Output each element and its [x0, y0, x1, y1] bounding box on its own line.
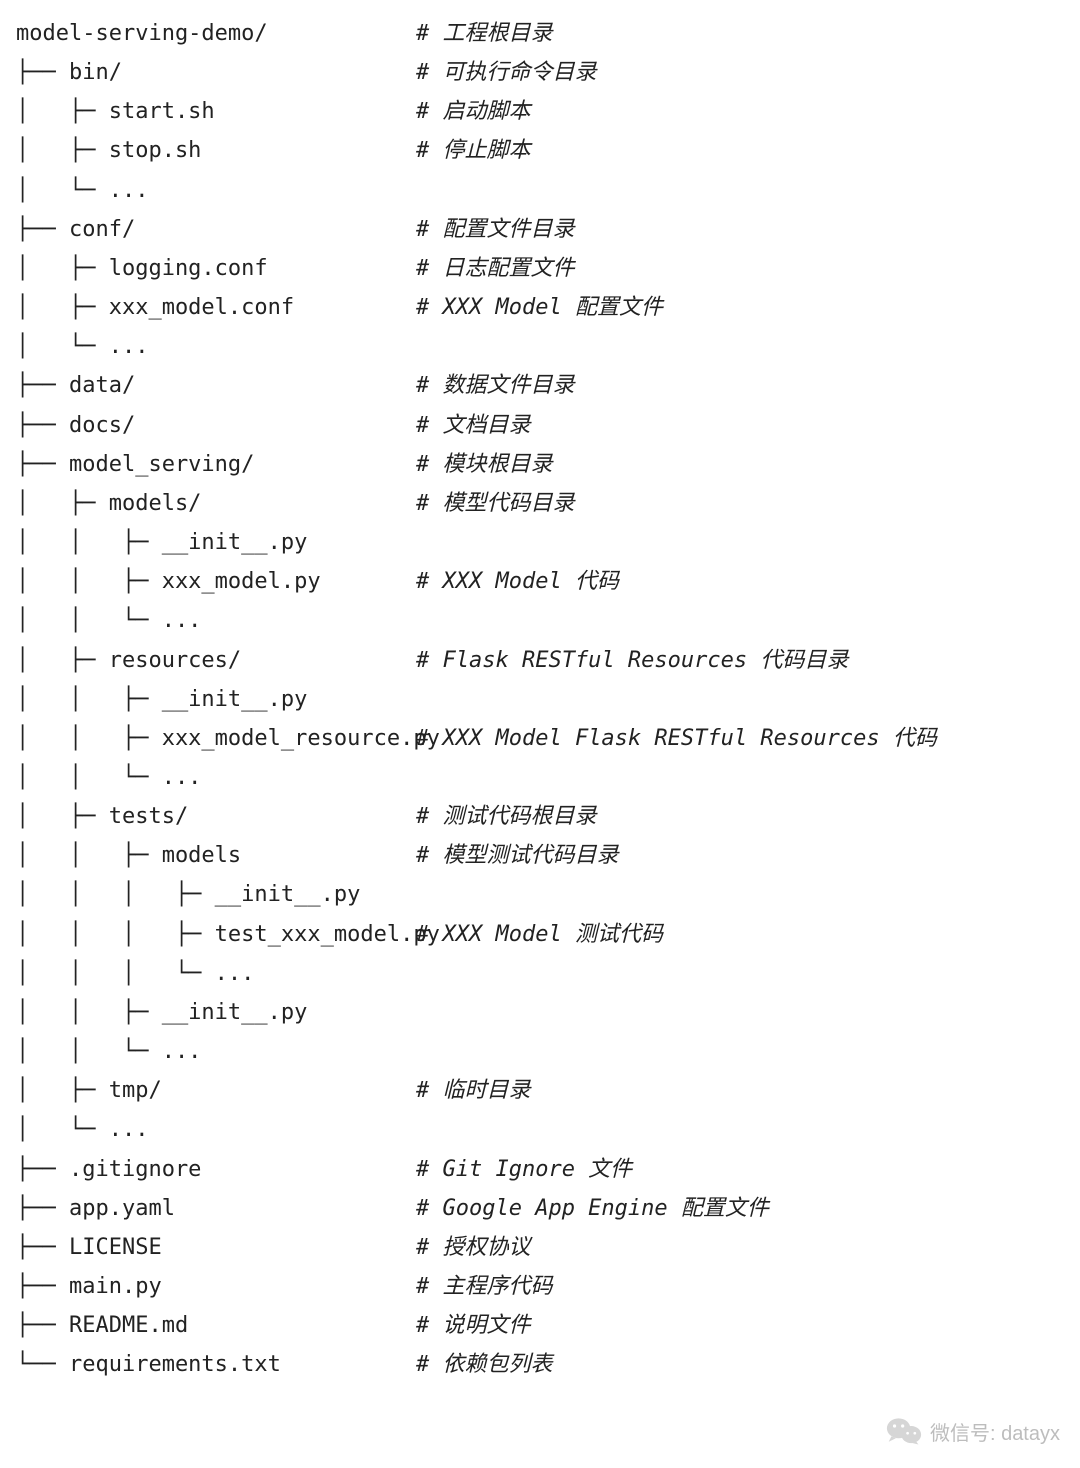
- tree-path: │ ├─ xxx_model.conf: [16, 288, 416, 327]
- tree-comment: # 停止脚本: [416, 131, 531, 170]
- tree-row: model-serving-demo/# 工程根目录: [16, 14, 1072, 53]
- tree-path: │ └─ ...: [16, 171, 416, 210]
- tree-comment: # 可执行命令目录: [416, 53, 597, 92]
- tree-row: │ │ ├─ __init__.py: [16, 993, 1072, 1032]
- tree-row: │ ├─ xxx_model.conf# XXX Model 配置文件: [16, 288, 1072, 327]
- tree-comment: # 数据文件目录: [416, 366, 575, 405]
- tree-row: │ ├─ tmp/# 临时目录: [16, 1071, 1072, 1110]
- tree-row: ├── conf/# 配置文件目录: [16, 210, 1072, 249]
- tree-row: ├── LICENSE# 授权协议: [16, 1228, 1072, 1267]
- tree-comment: # Flask RESTful Resources 代码目录: [416, 641, 848, 680]
- tree-path: │ ├─ resources/: [16, 641, 416, 680]
- tree-path: │ │ ├─ __init__.py: [16, 680, 416, 719]
- tree-comment: # XXX Model 测试代码: [416, 915, 663, 954]
- wechat-icon: [886, 1416, 922, 1446]
- wechat-label: 微信号: datayx: [930, 1417, 1060, 1446]
- tree-row: │ │ │ ├─ test_xxx_model.py# XXX Model 测试…: [16, 915, 1072, 954]
- tree-path: │ │ ├─ xxx_model.py: [16, 562, 416, 601]
- tree-path: │ │ └─ ...: [16, 758, 416, 797]
- tree-path: │ └─ ...: [16, 1110, 416, 1149]
- tree-path: ├── bin/: [16, 53, 416, 92]
- tree-row: │ │ │ ├─ __init__.py: [16, 875, 1072, 914]
- tree-comment: # 测试代码根目录: [416, 797, 597, 836]
- tree-comment: # 授权协议: [416, 1228, 531, 1267]
- tree-path: │ │ ├─ xxx_model_resource.py: [16, 719, 416, 758]
- tree-row: ├── app.yaml# Google App Engine 配置文件: [16, 1189, 1072, 1228]
- tree-path: │ │ │ ├─ __init__.py: [16, 875, 416, 914]
- tree-row: │ ├─ models/# 模型代码目录: [16, 484, 1072, 523]
- tree-row: ├── .gitignore# Git Ignore 文件: [16, 1150, 1072, 1189]
- tree-row: │ │ ├─ models# 模型测试代码目录: [16, 836, 1072, 875]
- tree-row: ├── bin/# 可执行命令目录: [16, 53, 1072, 92]
- tree-comment: # 主程序代码: [416, 1267, 553, 1306]
- tree-row: │ │ │ └─ ...: [16, 954, 1072, 993]
- tree-path: └── requirements.txt: [16, 1345, 416, 1384]
- tree-path: model-serving-demo/: [16, 14, 416, 53]
- tree-path: ├── docs/: [16, 406, 416, 445]
- tree-comment: # 依赖包列表: [416, 1345, 553, 1384]
- tree-comment: # XXX Model Flask RESTful Resources 代码: [416, 719, 937, 758]
- tree-path: │ │ │ └─ ...: [16, 954, 416, 993]
- tree-row: │ └─ ...: [16, 1110, 1072, 1149]
- directory-tree: model-serving-demo/# 工程根目录├── bin/# 可执行命…: [0, 0, 1080, 1408]
- tree-comment: # 文档目录: [416, 406, 531, 445]
- tree-path: │ ├─ start.sh: [16, 92, 416, 131]
- wechat-watermark: 微信号: datayx: [886, 1416, 1060, 1446]
- tree-row: │ │ ├─ xxx_model_resource.py# XXX Model …: [16, 719, 1072, 758]
- tree-comment: # 模块根目录: [416, 445, 553, 484]
- tree-row: │ ├─ resources/# Flask RESTful Resources…: [16, 641, 1072, 680]
- tree-comment: # Git Ignore 文件: [416, 1150, 632, 1189]
- tree-path: │ │ ├─ __init__.py: [16, 993, 416, 1032]
- tree-path: ├── conf/: [16, 210, 416, 249]
- tree-row: ├── main.py# 主程序代码: [16, 1267, 1072, 1306]
- tree-row: │ │ └─ ...: [16, 601, 1072, 640]
- tree-path: │ ├─ tmp/: [16, 1071, 416, 1110]
- tree-comment: # XXX Model 代码: [416, 562, 619, 601]
- tree-row: │ │ ├─ __init__.py: [16, 523, 1072, 562]
- tree-path: ├── data/: [16, 366, 416, 405]
- tree-comment: # 日志配置文件: [416, 249, 575, 288]
- tree-row: │ └─ ...: [16, 171, 1072, 210]
- tree-path: ├── .gitignore: [16, 1150, 416, 1189]
- tree-path: │ ├─ tests/: [16, 797, 416, 836]
- tree-row: │ │ ├─ xxx_model.py# XXX Model 代码: [16, 562, 1072, 601]
- tree-path: │ ├─ logging.conf: [16, 249, 416, 288]
- tree-path: │ │ └─ ...: [16, 1032, 416, 1071]
- tree-path: │ │ │ ├─ test_xxx_model.py: [16, 915, 416, 954]
- tree-path: ├── LICENSE: [16, 1228, 416, 1267]
- tree-row: │ └─ ...: [16, 327, 1072, 366]
- tree-row: │ ├─ start.sh# 启动脚本: [16, 92, 1072, 131]
- tree-path: ├── app.yaml: [16, 1189, 416, 1228]
- tree-comment: # 模型测试代码目录: [416, 836, 619, 875]
- tree-comment: # 配置文件目录: [416, 210, 575, 249]
- tree-comment: # 工程根目录: [416, 14, 553, 53]
- tree-row: └── requirements.txt# 依赖包列表: [16, 1345, 1072, 1384]
- tree-row: │ │ └─ ...: [16, 1032, 1072, 1071]
- tree-comment: # Google App Engine 配置文件: [416, 1189, 769, 1228]
- tree-path: │ │ ├─ models: [16, 836, 416, 875]
- tree-path: │ │ ├─ __init__.py: [16, 523, 416, 562]
- tree-comment: # XXX Model 配置文件: [416, 288, 663, 327]
- tree-row: │ ├─ stop.sh# 停止脚本: [16, 131, 1072, 170]
- tree-path: ├── model_serving/: [16, 445, 416, 484]
- tree-row: │ ├─ tests/# 测试代码根目录: [16, 797, 1072, 836]
- tree-comment: # 启动脚本: [416, 92, 531, 131]
- tree-row: │ │ ├─ __init__.py: [16, 680, 1072, 719]
- tree-path: ├── main.py: [16, 1267, 416, 1306]
- tree-row: │ ├─ logging.conf# 日志配置文件: [16, 249, 1072, 288]
- tree-path: │ └─ ...: [16, 327, 416, 366]
- tree-path: │ ├─ stop.sh: [16, 131, 416, 170]
- tree-row: ├── README.md# 说明文件: [16, 1306, 1072, 1345]
- tree-comment: # 模型代码目录: [416, 484, 575, 523]
- tree-row: ├── data/# 数据文件目录: [16, 366, 1072, 405]
- tree-comment: # 临时目录: [416, 1071, 531, 1110]
- tree-row: ├── docs/# 文档目录: [16, 406, 1072, 445]
- tree-path: │ │ └─ ...: [16, 601, 416, 640]
- tree-path: ├── README.md: [16, 1306, 416, 1345]
- tree-row: │ │ └─ ...: [16, 758, 1072, 797]
- tree-path: │ ├─ models/: [16, 484, 416, 523]
- tree-comment: # 说明文件: [416, 1306, 531, 1345]
- tree-row: ├── model_serving/# 模块根目录: [16, 445, 1072, 484]
